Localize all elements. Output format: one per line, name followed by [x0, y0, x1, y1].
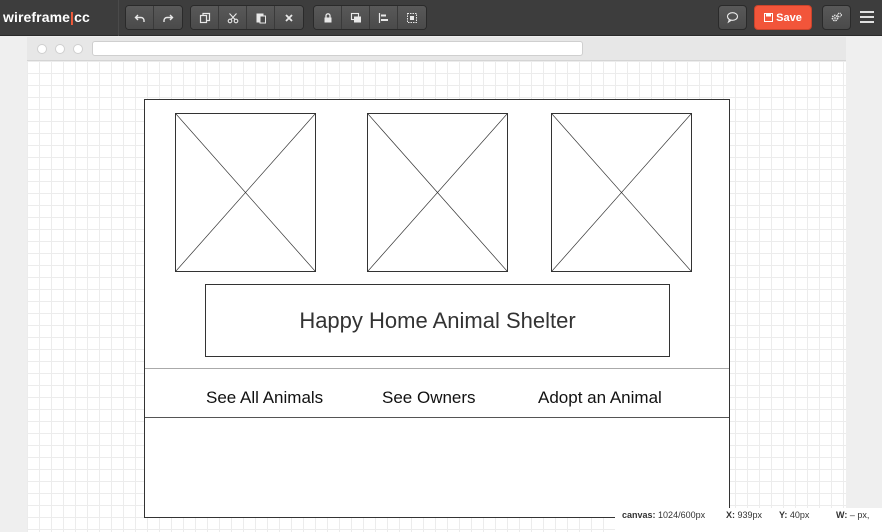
w-value: – px,: [849, 510, 870, 520]
y-value: 40px: [789, 510, 810, 520]
x-readout: X: 939px: [726, 510, 762, 520]
comment-button[interactable]: [718, 5, 747, 30]
nav-divider-bottom: [145, 417, 729, 418]
x-value: 939px: [737, 510, 763, 520]
browser-url-bar[interactable]: [92, 41, 583, 56]
lock-icon: [324, 12, 331, 22]
logo-text-wireframe: wireframe: [3, 9, 71, 25]
image-placeholder[interactable]: [175, 113, 316, 272]
w-label: W:: [836, 510, 848, 520]
hamburger-menu-button[interactable]: [860, 11, 874, 24]
close-icon: [285, 13, 293, 22]
arrange-icon: [350, 12, 361, 22]
cut-button[interactable]: [219, 6, 247, 29]
align-button[interactable]: [370, 6, 398, 29]
arrange-group: [313, 5, 427, 30]
gears-icon: [831, 12, 842, 22]
x-label: X:: [726, 510, 735, 520]
undo-icon: [134, 14, 145, 22]
redo-button[interactable]: [154, 6, 182, 29]
delete-button[interactable]: [275, 6, 303, 29]
settings-button[interactable]: [822, 5, 851, 30]
toolbar-divider: [118, 0, 119, 36]
paste-icon: [256, 13, 266, 23]
group-icon: [407, 12, 417, 23]
nav-link-adopt-an-animal[interactable]: Adopt an Animal: [538, 388, 662, 408]
nav-link-see-owners[interactable]: See Owners: [382, 388, 476, 408]
logo-text-cc: cc: [74, 9, 90, 25]
save-button[interactable]: Save: [754, 5, 812, 30]
speech-bubble-icon: [726, 12, 739, 24]
paste-button[interactable]: [247, 6, 275, 29]
window-dot-close: [37, 44, 47, 54]
copy-button[interactable]: [191, 6, 219, 29]
image-placeholder-cross: [552, 114, 691, 271]
redo-icon: [163, 14, 174, 22]
save-label: Save: [776, 11, 802, 24]
clipboard-group: [190, 5, 304, 30]
nav-divider-top: [145, 368, 729, 369]
copy-icon: [199, 12, 210, 23]
canvas-value: 1024/600px: [658, 510, 706, 520]
page-title: Happy Home Animal Shelter: [299, 307, 576, 333]
status-bar: canvas: 1024/600px X: 939px Y: 40px W: –…: [615, 508, 882, 532]
top-toolbar: wireframe|cc Save: [0, 0, 882, 36]
y-label: Y:: [779, 510, 788, 520]
group-button[interactable]: [398, 6, 426, 29]
y-readout: Y: 40px: [779, 510, 809, 520]
image-placeholder-cross: [368, 114, 507, 271]
align-left-icon: [378, 12, 388, 23]
image-placeholder[interactable]: [551, 113, 692, 272]
browser-chrome-bar: [27, 37, 846, 61]
hamburger-menu-icon: [860, 11, 874, 13]
undo-button[interactable]: [126, 6, 154, 29]
scissors-icon: [227, 12, 238, 23]
hamburger-line: [860, 21, 874, 23]
wireframe-page[interactable]: Happy Home Animal Shelter See All Animal…: [144, 99, 730, 518]
canvas-label: canvas:: [622, 510, 656, 520]
image-placeholder[interactable]: [367, 113, 508, 272]
history-group: [125, 5, 183, 30]
nav-link-see-all-animals[interactable]: See All Animals: [206, 388, 323, 408]
shelter-title-box[interactable]: Happy Home Animal Shelter: [205, 284, 670, 357]
w-readout: W: – px,: [836, 510, 869, 520]
window-dot-maximize: [73, 44, 83, 54]
floppy-disk-icon: [764, 13, 774, 22]
window-dot-minimize: [55, 44, 65, 54]
hamburger-line: [860, 16, 874, 18]
image-placeholder-cross: [176, 114, 315, 271]
lock-button[interactable]: [314, 6, 342, 29]
arrange-button[interactable]: [342, 6, 370, 29]
canvas-size-readout: canvas: 1024/600px: [622, 510, 705, 520]
app-logo: wireframe|cc: [3, 9, 90, 25]
